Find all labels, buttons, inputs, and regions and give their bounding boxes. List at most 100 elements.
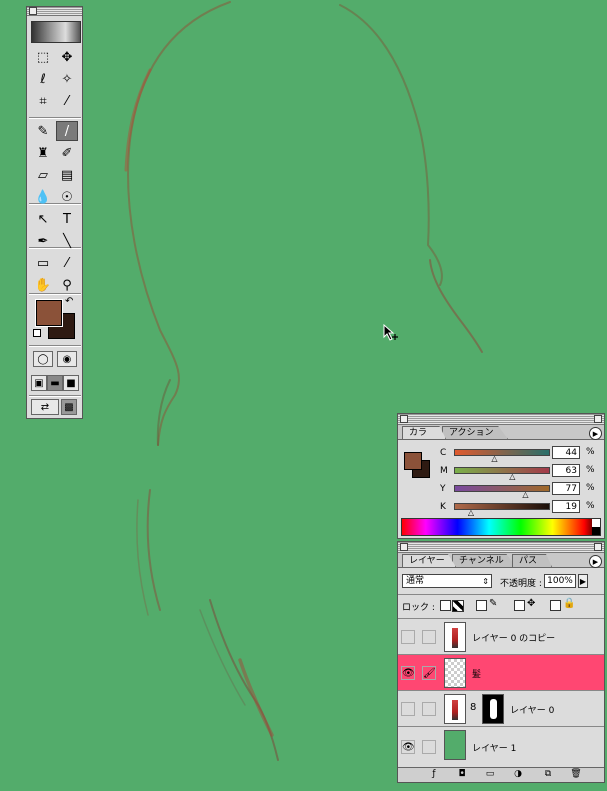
zoom-tool-icon[interactable]: ⚲ bbox=[56, 275, 78, 295]
lock-position-checkbox[interactable] bbox=[514, 600, 525, 611]
foreground-color-swatch[interactable] bbox=[35, 299, 63, 327]
layer-thumbnail[interactable] bbox=[444, 658, 466, 688]
channel-value-input[interactable]: 77 bbox=[552, 482, 580, 495]
channel-value-input[interactable]: 44 bbox=[552, 446, 580, 459]
collapse-box[interactable] bbox=[594, 415, 602, 423]
slider-handle-icon[interactable]: △ bbox=[509, 473, 515, 481]
color-fg-swatch[interactable] bbox=[404, 452, 422, 470]
layer-visibility-toggle[interactable]: 👁 bbox=[401, 666, 415, 680]
brush-tool-icon[interactable]: / bbox=[56, 121, 78, 141]
quick-mask-mode-icon[interactable]: ◉ bbox=[57, 351, 77, 367]
line-tool-icon[interactable]: ╲ bbox=[56, 231, 78, 251]
layer-link-toggle[interactable] bbox=[422, 702, 436, 716]
default-colors-icon[interactable] bbox=[33, 329, 41, 337]
layer-row[interactable]: 👁 🖌 髪 bbox=[398, 654, 604, 690]
add-mask-icon[interactable]: ◘ bbox=[456, 769, 468, 780]
blur-tool-icon[interactable]: 💧 bbox=[32, 187, 54, 207]
dodge-tool-icon[interactable]: ☉ bbox=[56, 187, 78, 207]
layer-row[interactable]: 8 レイヤー 0 bbox=[398, 690, 604, 726]
eraser-tool-icon[interactable]: ▱ bbox=[32, 165, 54, 185]
layer-thumbnail[interactable] bbox=[444, 622, 466, 652]
tab-color[interactable]: カラー bbox=[402, 426, 446, 439]
eyedropper-tool-icon[interactable]: ⁄ bbox=[56, 253, 78, 273]
stamp-tool-icon[interactable]: ♜ bbox=[32, 143, 54, 163]
slider-handle-icon[interactable]: △ bbox=[491, 455, 497, 463]
swap-colors-icon[interactable]: ↶ bbox=[65, 296, 73, 307]
layer-link-toggle[interactable] bbox=[422, 630, 436, 644]
gradient-tool-icon[interactable]: ▤ bbox=[56, 165, 78, 185]
move-tool-icon[interactable]: ✥ bbox=[56, 47, 78, 67]
layer-visibility-toggle[interactable]: 👁 bbox=[401, 740, 415, 754]
layers-panel-footer: ƒ ◘ ▭ ◑ ⧉ 🗑 bbox=[398, 767, 604, 782]
layer-visibility-toggle[interactable] bbox=[401, 630, 415, 644]
layer-thumbnail[interactable] bbox=[444, 694, 466, 724]
toolbox-titlebar[interactable] bbox=[27, 7, 82, 16]
channel-slider[interactable] bbox=[454, 485, 550, 492]
layer-name: 髪 bbox=[472, 670, 482, 680]
layer-row[interactable]: レイヤー 0 のコピー bbox=[398, 618, 604, 654]
layer-mask-thumbnail[interactable] bbox=[482, 694, 504, 724]
close-box[interactable] bbox=[400, 415, 408, 423]
lock-paint-checkbox[interactable] bbox=[476, 600, 487, 611]
screen-mode-full-menu-icon[interactable]: ▬ bbox=[47, 375, 63, 391]
crop-tool-icon[interactable]: ⌗ bbox=[32, 91, 54, 111]
channel-slider[interactable] bbox=[454, 467, 550, 474]
magic-wand-tool-icon[interactable]: ✧ bbox=[56, 69, 78, 89]
type-tool-icon[interactable]: T bbox=[56, 209, 78, 229]
notes-tool-icon[interactable]: ▭ bbox=[32, 253, 54, 273]
close-box[interactable] bbox=[29, 7, 37, 15]
layer-row[interactable]: 👁 レイヤー 1 bbox=[398, 726, 604, 766]
screen-mode-full-icon[interactable]: ■ bbox=[63, 375, 79, 391]
app-banner-logo[interactable] bbox=[31, 21, 81, 43]
layer-style-icon[interactable]: ƒ bbox=[428, 769, 440, 780]
slider-handle-icon[interactable]: △ bbox=[468, 509, 474, 517]
hand-tool-icon[interactable]: ✋ bbox=[32, 275, 54, 295]
marquee-tool-icon[interactable]: ⬚ bbox=[32, 47, 54, 67]
slider-handle-icon[interactable]: △ bbox=[522, 491, 528, 499]
lock-transparency-icon bbox=[452, 600, 464, 612]
layer-link-toggle[interactable] bbox=[422, 740, 436, 754]
brush-icon: 🖌 bbox=[423, 668, 436, 679]
panel-menu-icon[interactable]: ▶ bbox=[589, 427, 602, 440]
layer-visibility-toggle[interactable] bbox=[401, 702, 415, 716]
layers-panel-titlebar[interactable] bbox=[398, 542, 604, 553]
pen-tool-icon[interactable]: ✒ bbox=[32, 231, 54, 251]
standard-mode-icon[interactable]: ◯ bbox=[33, 351, 53, 367]
panel-menu-icon[interactable]: ▶ bbox=[589, 555, 602, 568]
tab-layers[interactable]: レイヤー bbox=[402, 554, 456, 567]
lasso-tool-icon[interactable]: ℓ bbox=[32, 69, 54, 89]
color-spectrum-bar[interactable] bbox=[401, 518, 601, 536]
layer-name: レイヤー 1 bbox=[472, 744, 517, 754]
trash-icon[interactable]: 🗑 bbox=[570, 769, 582, 780]
close-box[interactable] bbox=[400, 543, 408, 551]
tab-channels[interactable]: チャンネル bbox=[452, 554, 516, 567]
opacity-input[interactable]: 100% bbox=[544, 574, 576, 588]
channel-slider[interactable] bbox=[454, 449, 550, 456]
collapse-box[interactable] bbox=[594, 543, 602, 551]
opacity-slider-arrow-icon[interactable]: ▶ bbox=[578, 574, 588, 588]
slice-tool-icon[interactable]: ⁄ bbox=[56, 91, 78, 111]
blend-mode-select[interactable]: 通常 ⇕ bbox=[402, 574, 492, 588]
lock-transparency-checkbox[interactable] bbox=[440, 600, 451, 611]
healing-brush-tool-icon[interactable]: ✎ bbox=[32, 121, 54, 141]
color-channel-c: C △ 44% bbox=[438, 446, 607, 463]
new-layer-icon[interactable]: ⧉ bbox=[542, 769, 554, 780]
adjustment-layer-icon[interactable]: ◑ bbox=[512, 769, 524, 780]
screen-mode-standard-icon[interactable]: ▣ bbox=[31, 375, 47, 391]
link-chain-icon[interactable]: 8 bbox=[470, 702, 476, 713]
channel-value-input[interactable]: 63 bbox=[552, 464, 580, 477]
channel-value-input[interactable]: 19 bbox=[552, 500, 580, 513]
layer-thumbnail[interactable] bbox=[444, 730, 466, 760]
color-panel-titlebar[interactable] bbox=[398, 414, 604, 425]
color-panel: カラー アクション ▶ C △ 44% M △ 63% Y △ 77% K △ 19% bbox=[397, 413, 605, 539]
new-group-icon[interactable]: ▭ bbox=[484, 769, 496, 780]
jump-to-imageready-icon[interactable]: ⇄ bbox=[31, 399, 59, 415]
history-brush-tool-icon[interactable]: ✐ bbox=[56, 143, 78, 163]
imageready-icon[interactable]: ▩ bbox=[61, 399, 77, 415]
tab-actions[interactable]: アクション bbox=[442, 426, 508, 439]
lock-all-checkbox[interactable] bbox=[550, 600, 561, 611]
tab-paths[interactable]: パス bbox=[512, 554, 552, 567]
layer-link-toggle[interactable]: 🖌 bbox=[422, 666, 436, 680]
path-select-tool-icon[interactable]: ↖ bbox=[32, 209, 54, 229]
blend-mode-value: 通常 bbox=[406, 576, 425, 586]
